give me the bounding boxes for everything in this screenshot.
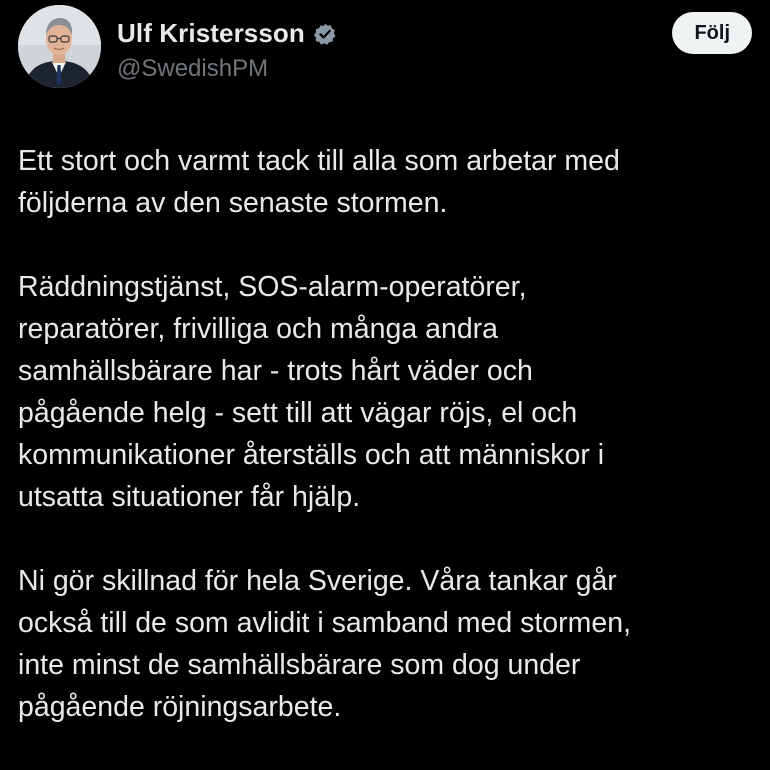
display-name[interactable]: Ulf Kristersson xyxy=(117,18,305,49)
profile-photo-icon xyxy=(18,5,101,88)
name-row: Ulf Kristersson xyxy=(117,18,337,49)
tweet-text: Ett stort och varmt tack till alla som a… xyxy=(18,140,758,770)
tweet-paragraph-3: Ni gör skillnad för hela Sverige. Våra t… xyxy=(18,565,632,723)
verified-badge-icon xyxy=(313,22,337,46)
tweet-paragraph-1: Ett stort och varmt tack till alla som a… xyxy=(18,145,620,219)
avatar[interactable] xyxy=(18,5,101,88)
tweet-card: Ulf Kristersson @SwedishPM Följ Ett stor… xyxy=(0,0,770,766)
tweet-header: Ulf Kristersson @SwedishPM Följ xyxy=(18,5,752,95)
user-handle[interactable]: @SwedishPM xyxy=(117,55,268,83)
tweet-paragraph-2: Räddningstjänst, SOS-alarm-operatörer, r… xyxy=(18,271,605,513)
follow-button[interactable]: Följ xyxy=(672,12,752,54)
